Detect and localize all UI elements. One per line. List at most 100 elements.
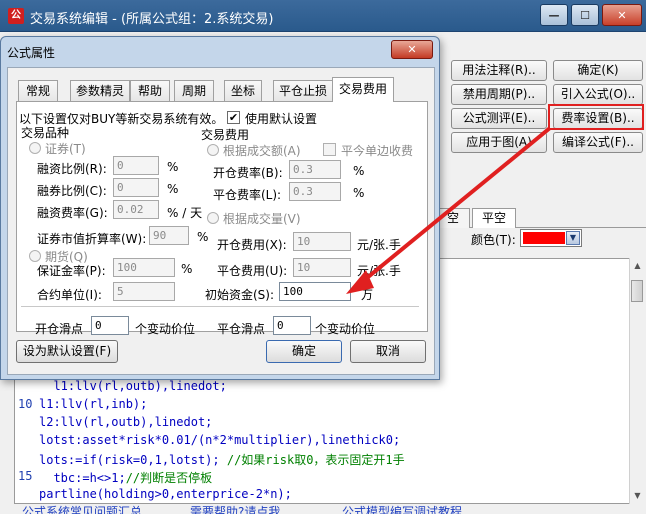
tab-coordinates[interactable]: 坐标	[224, 80, 262, 101]
stock-value-ratio-label: 证券市值折算率(W):	[37, 232, 147, 246]
single-side-checkbox[interactable]	[323, 143, 336, 156]
tab-pingkong[interactable]: 平空	[472, 208, 516, 228]
trading-fees-panel: 以下设置仅对BUY等新交易系统有效。 ✔ 使用默认设置 交易品种 交易费用 证券…	[16, 101, 428, 336]
footer-links: 公式系统常见问题汇总 需要帮助?请点我 公式模型编写调试教程	[0, 504, 646, 514]
by-volume-radio[interactable]	[207, 212, 219, 224]
tutorial-link[interactable]: 公式模型编写调试教程	[342, 506, 462, 514]
margin-input[interactable]: 100	[113, 258, 175, 277]
close-slippage-label: 平仓滑点	[217, 322, 266, 336]
open-fee-label: 开仓费用(X):	[217, 238, 287, 252]
chevron-down-icon[interactable]: ▼	[566, 231, 580, 245]
close-fee-label: 平仓费用(U):	[217, 264, 288, 278]
stock-value-ratio-input[interactable]: 90	[149, 226, 189, 245]
code-text: lots:=if(risk=0,1,lotst);	[39, 453, 227, 467]
stock-label: 证券(T)	[45, 142, 86, 156]
main-titlebar[interactable]: 公 交易系统编辑 - (所属公式组：2.系统交易) — ☐ ✕	[0, 0, 646, 32]
fee-heading: 交易费用	[201, 128, 250, 142]
short-ratio-input[interactable]: 0	[113, 178, 159, 197]
line-number: 15	[18, 469, 33, 483]
minimize-button[interactable]: —	[540, 4, 568, 26]
stock-radio[interactable]	[29, 142, 41, 154]
tab-stop-loss[interactable]: 平仓止损	[273, 80, 333, 101]
percent-label: %	[353, 164, 365, 178]
by-amount-label: 根据成交额(A)	[223, 144, 301, 158]
highlight-box	[548, 104, 644, 130]
close-icon: ✕	[617, 8, 627, 22]
financing-rate-input[interactable]: 0.02	[113, 200, 159, 219]
financing-rate-label: 融资费率(G):	[37, 206, 108, 220]
fee-unit-label: 元/张.手	[357, 238, 401, 252]
code-line: l1:llv(rl,outb),linedot;	[39, 379, 227, 393]
tab-period[interactable]: 周期	[174, 80, 214, 101]
apply-to-chart-button[interactable]: 应用于图(A)	[451, 132, 547, 153]
slippage-unit-label: 个变动价位	[315, 322, 376, 336]
percent-label: %	[167, 182, 179, 196]
use-default-label: 使用默认设置	[245, 112, 318, 126]
by-volume-label: 根据成交量(V)	[223, 212, 301, 226]
formula-properties-dialog: 公式属性 ✕ 常规 参数精灵 帮助 周期 坐标 平仓止损 交易费用 以下设置仅对…	[0, 36, 440, 380]
trade-type-heading: 交易品种	[21, 126, 70, 140]
financing-ratio-label: 融资比例(R):	[37, 162, 107, 176]
formula-test-button[interactable]: 公式测评(E)..	[451, 108, 547, 129]
code-comment: //如果risk取0，表示固定开1手	[226, 453, 405, 467]
vertical-scrollbar[interactable]: ▲ ▼	[629, 258, 644, 504]
help-link[interactable]: 需要帮助?请点我	[190, 506, 280, 514]
open-rate-input[interactable]: 0.3	[289, 160, 341, 179]
scrollbar-thumb[interactable]	[631, 280, 643, 302]
maximize-button[interactable]: ☐	[571, 4, 599, 26]
minimize-icon: —	[548, 8, 560, 22]
tab-param-wizard[interactable]: 参数精灵	[70, 80, 130, 101]
close-rate-input[interactable]: 0.3	[289, 182, 341, 201]
open-rate-label: 开仓费率(B):	[213, 166, 283, 180]
window-title: 交易系统编辑 - (所属公式组：2.系统交易)	[30, 12, 274, 27]
percent-label: %	[181, 262, 193, 276]
contract-unit-input[interactable]: 5	[113, 282, 175, 301]
contract-unit-label: 合约单位(I):	[37, 288, 102, 302]
faq-link[interactable]: 公式系统常见问题汇总	[22, 506, 142, 514]
ok-button[interactable]: 确定	[266, 340, 342, 363]
syntax-help-button[interactable]: 用法注释(R)..	[451, 60, 547, 81]
percent-label: %	[167, 160, 179, 174]
tab-trading-fees[interactable]: 交易费用	[332, 77, 394, 102]
code-line: l2:llv(rl,outb),linedot;	[39, 415, 213, 429]
code-line: tbc:=h<>1;//判断是否停板	[39, 469, 212, 486]
dialog-body: 常规 参数精灵 帮助 周期 坐标 平仓止损 交易费用 以下设置仅对BUY等新交易…	[7, 67, 435, 375]
futures-radio[interactable]	[29, 250, 41, 262]
tab-help[interactable]: 帮助	[130, 80, 170, 101]
compile-formula-button[interactable]: 编译公式(F)..	[553, 132, 643, 153]
scroll-up-icon[interactable]: ▲	[630, 258, 645, 274]
close-rate-label: 平仓费率(L):	[213, 188, 282, 202]
initial-capital-input[interactable]: 100	[279, 282, 351, 301]
percent-label: %	[353, 186, 365, 200]
code-text: tbc:=h<>1;	[39, 471, 126, 485]
tab-kong[interactable]: 空	[436, 208, 470, 228]
dialog-close-button[interactable]: ✕	[391, 40, 433, 59]
tab-general[interactable]: 常规	[18, 80, 58, 101]
open-slippage-input[interactable]: 0	[91, 316, 129, 335]
code-line: partline(holding>0,enterprice-2*n);	[39, 487, 292, 501]
divider	[21, 306, 419, 307]
color-swatch-fill	[523, 232, 565, 244]
disable-period-button[interactable]: 禁用周期(P)..	[451, 84, 547, 105]
code-line: lotst:asset*risk*0.01/(n*2*multiplier),l…	[39, 433, 401, 447]
close-button[interactable]: ✕	[602, 4, 642, 26]
cancel-button[interactable]: 取消	[350, 340, 426, 363]
close-slippage-input[interactable]: 0	[273, 316, 311, 335]
code-comment: //判断是否停板	[125, 471, 213, 485]
import-formula-button[interactable]: 引入公式(O)..	[553, 84, 643, 105]
scroll-down-icon[interactable]: ▼	[630, 488, 645, 504]
fee-unit-label: 元/张.手	[357, 264, 401, 278]
line-number: 10	[18, 397, 33, 411]
close-fee-input[interactable]: 10	[293, 258, 351, 277]
financing-ratio-input[interactable]: 0	[113, 156, 159, 175]
open-slippage-label: 开仓滑点	[35, 322, 84, 336]
by-amount-radio[interactable]	[207, 144, 219, 156]
set-default-button[interactable]: 设为默认设置(F)	[16, 340, 118, 363]
financing-rate-unit: % / 天	[167, 206, 203, 220]
use-default-checkbox[interactable]: ✔	[227, 111, 240, 124]
confirm-button[interactable]: 确定(K)	[553, 60, 643, 81]
open-fee-input[interactable]: 10	[293, 232, 351, 251]
initial-capital-label: 初始资金(S):	[205, 288, 275, 302]
color-select[interactable]: ▼	[520, 229, 582, 247]
slippage-unit-label: 个变动价位	[135, 322, 196, 336]
